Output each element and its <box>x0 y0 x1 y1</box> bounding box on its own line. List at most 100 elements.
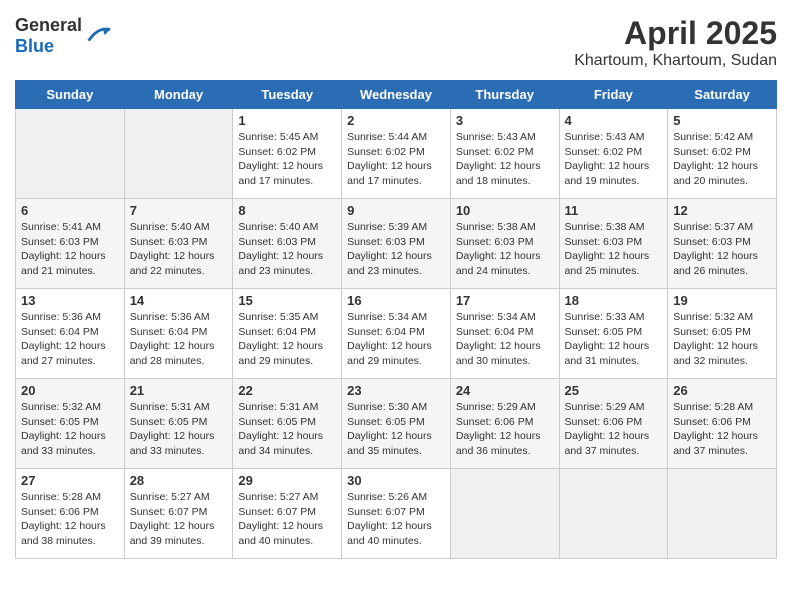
calendar-week-row: 13Sunrise: 5:36 AM Sunset: 6:04 PM Dayli… <box>16 289 777 379</box>
day-number: 25 <box>565 383 663 398</box>
calendar-cell: 26 Sunrise: 5:28 AM Sunset: 6:06 PM Dayli… <box>668 379 777 469</box>
cell-info: Sunrise: 5:36 AM Sunset: 6:04 PM Dayligh… <box>130 310 228 369</box>
weekday-header: Tuesday <box>233 81 342 109</box>
logo-general: General <box>15 15 82 35</box>
calendar-table: SundayMondayTuesdayWednesdayThursdayFrid… <box>15 80 777 559</box>
weekday-header: Thursday <box>450 81 559 109</box>
cell-info: Sunrise: 5:30 AM Sunset: 6:05 PM Dayligh… <box>347 400 445 459</box>
cell-info: Sunrise: 5:28 AM Sunset: 6:06 PM Dayligh… <box>21 490 119 549</box>
calendar-header: SundayMondayTuesdayWednesdayThursdayFrid… <box>16 81 777 109</box>
day-number: 14 <box>130 293 228 308</box>
calendar-cell: 24 Sunrise: 5:29 AM Sunset: 6:06 PM Dayli… <box>450 379 559 469</box>
day-number: 26 <box>673 383 771 398</box>
day-number: 20 <box>21 383 119 398</box>
calendar-cell: 11 Sunrise: 5:38 AM Sunset: 6:03 PM Dayli… <box>559 199 668 289</box>
calendar-cell: 20 Sunrise: 5:32 AM Sunset: 6:05 PM Dayli… <box>16 379 125 469</box>
cell-info: Sunrise: 5:42 AM Sunset: 6:02 PM Dayligh… <box>673 130 771 189</box>
calendar-cell: 22 Sunrise: 5:31 AM Sunset: 6:05 PM Dayli… <box>233 379 342 469</box>
calendar-cell: 28Sunrise: 5:27 AM Sunset: 6:07 PM Dayli… <box>124 469 233 559</box>
logo: General Blue <box>15 15 112 57</box>
cell-info: Sunrise: 5:26 AM Sunset: 6:07 PM Dayligh… <box>347 490 445 549</box>
calendar-cell: 21 Sunrise: 5:31 AM Sunset: 6:05 PM Dayli… <box>124 379 233 469</box>
calendar-cell <box>450 469 559 559</box>
day-number: 28 <box>130 473 228 488</box>
day-number: 18 <box>565 293 663 308</box>
day-number: 8 <box>238 203 336 218</box>
cell-info: Sunrise: 5:39 AM Sunset: 6:03 PM Dayligh… <box>347 220 445 279</box>
day-number: 16 <box>347 293 445 308</box>
calendar-cell: 5Sunrise: 5:42 AM Sunset: 6:02 PM Daylig… <box>668 109 777 199</box>
day-number: 24 <box>456 383 554 398</box>
day-number: 7 <box>130 203 228 218</box>
calendar-cell: 10 Sunrise: 5:38 AM Sunset: 6:03 PM Dayli… <box>450 199 559 289</box>
weekday-header: Sunday <box>16 81 125 109</box>
day-number: 6 <box>21 203 119 218</box>
logo-icon <box>84 22 112 50</box>
calendar-cell: 15Sunrise: 5:35 AM Sunset: 6:04 PM Dayli… <box>233 289 342 379</box>
page-header: General Blue April 2025 Khartoum, Kharto… <box>15 15 777 70</box>
logo-text: General Blue <box>15 15 82 57</box>
day-number: 30 <box>347 473 445 488</box>
cell-info: Sunrise: 5:40 AM Sunset: 6:03 PM Dayligh… <box>238 220 336 279</box>
cell-info: Sunrise: 5:34 AM Sunset: 6:04 PM Dayligh… <box>456 310 554 369</box>
calendar-cell: 25 Sunrise: 5:29 AM Sunset: 6:06 PM Dayli… <box>559 379 668 469</box>
day-number: 21 <box>130 383 228 398</box>
calendar-cell: 16 Sunrise: 5:34 AM Sunset: 6:04 PM Dayli… <box>342 289 451 379</box>
cell-info: Sunrise: 5:36 AM Sunset: 6:04 PM Dayligh… <box>21 310 119 369</box>
cell-info: Sunrise: 5:31 AM Sunset: 6:05 PM Dayligh… <box>238 400 336 459</box>
cell-info: Sunrise: 5:38 AM Sunset: 6:03 PM Dayligh… <box>565 220 663 279</box>
day-number: 17 <box>456 293 554 308</box>
day-number: 4 <box>565 113 663 128</box>
calendar-cell: 7 Sunrise: 5:40 AM Sunset: 6:03 PM Daylig… <box>124 199 233 289</box>
cell-info: Sunrise: 5:27 AM Sunset: 6:07 PM Dayligh… <box>238 490 336 549</box>
day-number: 9 <box>347 203 445 218</box>
cell-info: Sunrise: 5:29 AM Sunset: 6:06 PM Dayligh… <box>565 400 663 459</box>
weekday-header: Saturday <box>668 81 777 109</box>
day-number: 3 <box>456 113 554 128</box>
calendar-cell: 14 Sunrise: 5:36 AM Sunset: 6:04 PM Dayli… <box>124 289 233 379</box>
calendar-cell: 6 Sunrise: 5:41 AM Sunset: 6:03 PM Daylig… <box>16 199 125 289</box>
calendar-cell <box>668 469 777 559</box>
day-number: 29 <box>238 473 336 488</box>
day-number: 1 <box>238 113 336 128</box>
title-block: April 2025 Khartoum, Khartoum, Sudan <box>574 15 777 70</box>
calendar-cell: 23 Sunrise: 5:30 AM Sunset: 6:05 PM Dayli… <box>342 379 451 469</box>
day-number: 11 <box>565 203 663 218</box>
cell-info: Sunrise: 5:41 AM Sunset: 6:03 PM Dayligh… <box>21 220 119 279</box>
cell-info: Sunrise: 5:37 AM Sunset: 6:03 PM Dayligh… <box>673 220 771 279</box>
calendar-body: 1 Sunrise: 5:45 AM Sunset: 6:02 PM Daylig… <box>16 109 777 559</box>
cell-info: Sunrise: 5:43 AM Sunset: 6:02 PM Dayligh… <box>565 130 663 189</box>
main-title: April 2025 <box>574 15 777 52</box>
calendar-cell: 12Sunrise: 5:37 AM Sunset: 6:03 PM Dayli… <box>668 199 777 289</box>
cell-info: Sunrise: 5:40 AM Sunset: 6:03 PM Dayligh… <box>130 220 228 279</box>
logo-blue: Blue <box>15 36 54 56</box>
calendar-cell: 29 Sunrise: 5:27 AM Sunset: 6:07 PM Dayli… <box>233 469 342 559</box>
calendar-week-row: 6 Sunrise: 5:41 AM Sunset: 6:03 PM Daylig… <box>16 199 777 289</box>
calendar-cell: 9 Sunrise: 5:39 AM Sunset: 6:03 PM Daylig… <box>342 199 451 289</box>
calendar-cell <box>559 469 668 559</box>
day-number: 10 <box>456 203 554 218</box>
cell-info: Sunrise: 5:32 AM Sunset: 6:05 PM Dayligh… <box>673 310 771 369</box>
cell-info: Sunrise: 5:28 AM Sunset: 6:06 PM Dayligh… <box>673 400 771 459</box>
cell-info: Sunrise: 5:35 AM Sunset: 6:04 PM Dayligh… <box>238 310 336 369</box>
calendar-cell: 17 Sunrise: 5:34 AM Sunset: 6:04 PM Dayli… <box>450 289 559 379</box>
calendar-cell: 1 Sunrise: 5:45 AM Sunset: 6:02 PM Daylig… <box>233 109 342 199</box>
calendar-cell <box>16 109 125 199</box>
day-number: 23 <box>347 383 445 398</box>
cell-info: Sunrise: 5:38 AM Sunset: 6:03 PM Dayligh… <box>456 220 554 279</box>
day-number: 2 <box>347 113 445 128</box>
weekday-header: Friday <box>559 81 668 109</box>
cell-info: Sunrise: 5:32 AM Sunset: 6:05 PM Dayligh… <box>21 400 119 459</box>
cell-info: Sunrise: 5:45 AM Sunset: 6:02 PM Dayligh… <box>238 130 336 189</box>
calendar-cell: 30 Sunrise: 5:26 AM Sunset: 6:07 PM Dayli… <box>342 469 451 559</box>
calendar-cell: 27 Sunrise: 5:28 AM Sunset: 6:06 PM Dayli… <box>16 469 125 559</box>
day-number: 19 <box>673 293 771 308</box>
calendar-cell: 3Sunrise: 5:43 AM Sunset: 6:02 PM Daylig… <box>450 109 559 199</box>
calendar-cell: 4 Sunrise: 5:43 AM Sunset: 6:02 PM Daylig… <box>559 109 668 199</box>
cell-info: Sunrise: 5:29 AM Sunset: 6:06 PM Dayligh… <box>456 400 554 459</box>
day-number: 27 <box>21 473 119 488</box>
calendar-cell: 19 Sunrise: 5:32 AM Sunset: 6:05 PM Dayli… <box>668 289 777 379</box>
cell-info: Sunrise: 5:34 AM Sunset: 6:04 PM Dayligh… <box>347 310 445 369</box>
day-number: 22 <box>238 383 336 398</box>
cell-info: Sunrise: 5:31 AM Sunset: 6:05 PM Dayligh… <box>130 400 228 459</box>
